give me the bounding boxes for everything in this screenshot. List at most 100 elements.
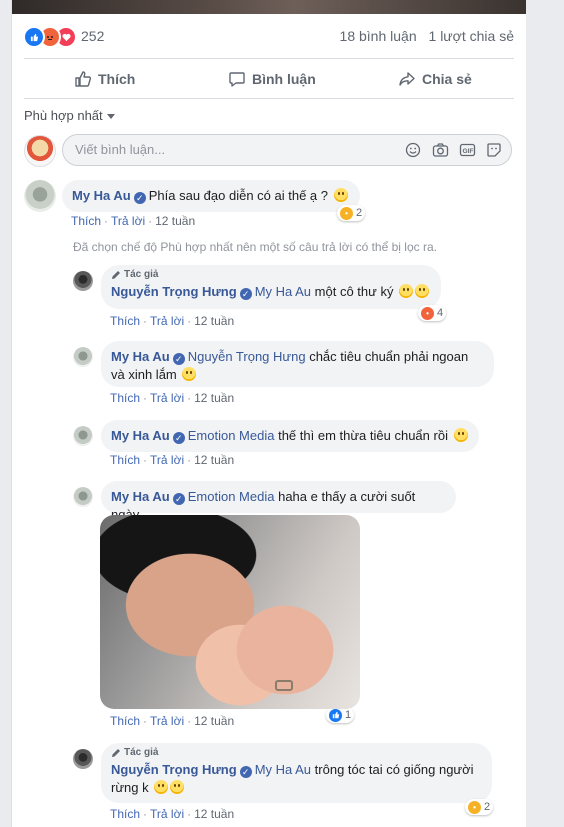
camera-icon[interactable] [431, 141, 449, 159]
post-image[interactable] [12, 0, 526, 14]
like-reaction-icon [329, 708, 342, 722]
filter-notice: Đã chọn chế độ Phù hợp nhất nên một số c… [73, 240, 437, 254]
reply-text: một cô thư ký [314, 284, 394, 299]
reply-time[interactable]: 12 tuần [194, 807, 234, 821]
verified-badge-icon: ✓ [172, 353, 185, 365]
author-badge-label: Tác giả [124, 269, 159, 280]
reply-time[interactable]: 12 tuần [194, 391, 234, 405]
reply-author[interactable]: My Ha Au [111, 489, 170, 504]
avatar[interactable] [73, 749, 93, 769]
reply-bubble: My Ha Au ✓ Emotion Media haha e thấy a cườ… [101, 481, 456, 522]
reply-meta: Thích · Trả lời · 12 tuần [110, 391, 235, 405]
share-button[interactable]: Chia sẻ [398, 62, 472, 96]
emoji-icon[interactable] [404, 141, 422, 159]
comment-button-label: Bình luận [252, 71, 316, 87]
comment-time[interactable]: 12 tuần [155, 214, 195, 228]
verified-badge-icon: ✓ [172, 432, 185, 444]
comment-reaction-chip[interactable]: • 2 [337, 205, 366, 221]
comment-icon [229, 72, 245, 87]
author-badge: Tác giả [111, 269, 431, 281]
mention-link[interactable]: My Ha Au [255, 762, 311, 777]
comment-text: Phía sau đạo diễn có ai thế ạ ? [148, 188, 328, 203]
angry-reaction-icon: • [421, 306, 434, 320]
reply-time[interactable]: 12 tuần [194, 314, 234, 328]
reply-reaction-chip[interactable]: • 4 [418, 305, 447, 321]
reply-link[interactable]: Trả lời [150, 807, 184, 821]
divider [24, 98, 514, 99]
reply-link[interactable]: Trả lời [111, 214, 145, 228]
comment-reaction-count: 2 [356, 207, 363, 219]
reply-author[interactable]: My Ha Au [111, 349, 170, 364]
author-badge-label: Tác giả [124, 747, 159, 758]
reply-reaction-chip[interactable]: 1 [326, 707, 355, 723]
reply-meta: Thích · Trả lời · 12 tuần [110, 453, 235, 467]
reply-meta: Thích · Trả lời · 12 tuần [110, 314, 235, 328]
comment-sort-dropdown[interactable]: Phù hợp nhất [24, 108, 115, 123]
like-link[interactable]: Thích [110, 807, 140, 821]
reply-meta: Thích · Trả lời · 12 tuần [110, 807, 235, 821]
divider [24, 58, 514, 59]
reactions-summary[interactable]: 252 18 bình luận 1 lượt chia sẻ [12, 20, 526, 52]
reply-bubble: My Ha Au ✓ Emotion Media thế thì em thừa t… [101, 420, 479, 452]
reaction-count[interactable]: 252 [81, 28, 104, 44]
gif-icon[interactable]: GIF [458, 141, 476, 159]
reply-link[interactable]: Trả lời [150, 314, 184, 328]
grinning-emoji-icon [170, 780, 185, 794]
laughing-emoji-icon [399, 284, 414, 298]
reply-reaction-count: 2 [484, 801, 491, 813]
like-button-label: Thích [98, 71, 136, 87]
comment-input[interactable] [73, 141, 377, 158]
reply-reaction-chip[interactable]: • 2 [465, 799, 494, 815]
avatar[interactable] [73, 347, 93, 367]
like-link[interactable]: Thích [71, 214, 101, 228]
reply-author[interactable]: My Ha Au [111, 428, 170, 443]
avatar[interactable] [73, 426, 93, 446]
mention-link[interactable]: Emotion Media [188, 489, 275, 504]
reply-time[interactable]: 12 tuần [194, 714, 234, 728]
comment-count-link[interactable]: 18 bình luận [340, 28, 417, 44]
reply-author[interactable]: Nguyễn Trọng Hưng [111, 284, 237, 299]
caret-down-icon [106, 114, 115, 119]
comment-button[interactable]: Bình luận [228, 62, 316, 96]
verified-badge-icon: ✓ [239, 766, 252, 778]
reply-author[interactable]: Nguyễn Trọng Hưng [111, 762, 237, 777]
like-link[interactable]: Thích [110, 453, 140, 467]
reply-link[interactable]: Trả lời [150, 391, 184, 405]
mention-link[interactable]: Emotion Media [188, 428, 275, 443]
verified-badge-icon: ✓ [133, 192, 146, 204]
like-link[interactable]: Thích [110, 391, 140, 405]
reply-link[interactable]: Trả lời [150, 714, 184, 728]
comment-photo[interactable] [100, 515, 360, 709]
verified-badge-icon: ✓ [239, 288, 252, 300]
like-link[interactable]: Thích [110, 714, 140, 728]
pencil-icon [112, 749, 120, 757]
reply-meta: Thích · Trả lời · 12 tuần [110, 714, 235, 728]
grinning-emoji-icon [154, 780, 169, 794]
sort-label: Phù hợp nhất [24, 108, 103, 123]
share-icon [399, 72, 415, 86]
reply-bubble: My Ha Au ✓ Nguyễn Trọng Hưng chắc tiêu chu… [101, 341, 494, 387]
laughing-emoji-icon [182, 367, 197, 381]
comment-input-box[interactable]: GIF [62, 134, 512, 166]
comment-meta: Thích · Trả lời · 12 tuần [71, 214, 196, 228]
reply-bubble: Tác giả Nguyễn Trọng Hưng ✓ My Ha Au trông… [101, 743, 492, 803]
avatar[interactable] [73, 487, 93, 507]
reply-time[interactable]: 12 tuần [194, 453, 234, 467]
laughing-emoji-icon [415, 284, 430, 298]
comment-composer: GIF [24, 134, 514, 168]
avatar[interactable] [73, 271, 93, 291]
sticker-icon[interactable] [485, 141, 503, 159]
like-link[interactable]: Thích [110, 314, 140, 328]
mention-link[interactable]: My Ha Au [255, 284, 311, 299]
comment-author[interactable]: My Ha Au [72, 188, 131, 203]
reply-link[interactable]: Trả lời [150, 453, 184, 467]
post-action-bar: Thích Bình luận Chia sẻ [12, 62, 526, 96]
avatar[interactable] [24, 180, 56, 212]
pencil-icon [112, 271, 120, 279]
current-user-avatar[interactable] [24, 135, 56, 167]
post-card: 252 18 bình luận 1 lượt chia sẻ Thích Bì… [11, 0, 527, 827]
share-count-link[interactable]: 1 lượt chia sẻ [429, 28, 514, 44]
like-button[interactable]: Thích [74, 62, 135, 96]
mention-link[interactable]: Nguyễn Trọng Hưng [188, 349, 306, 364]
page-background [526, 0, 564, 827]
